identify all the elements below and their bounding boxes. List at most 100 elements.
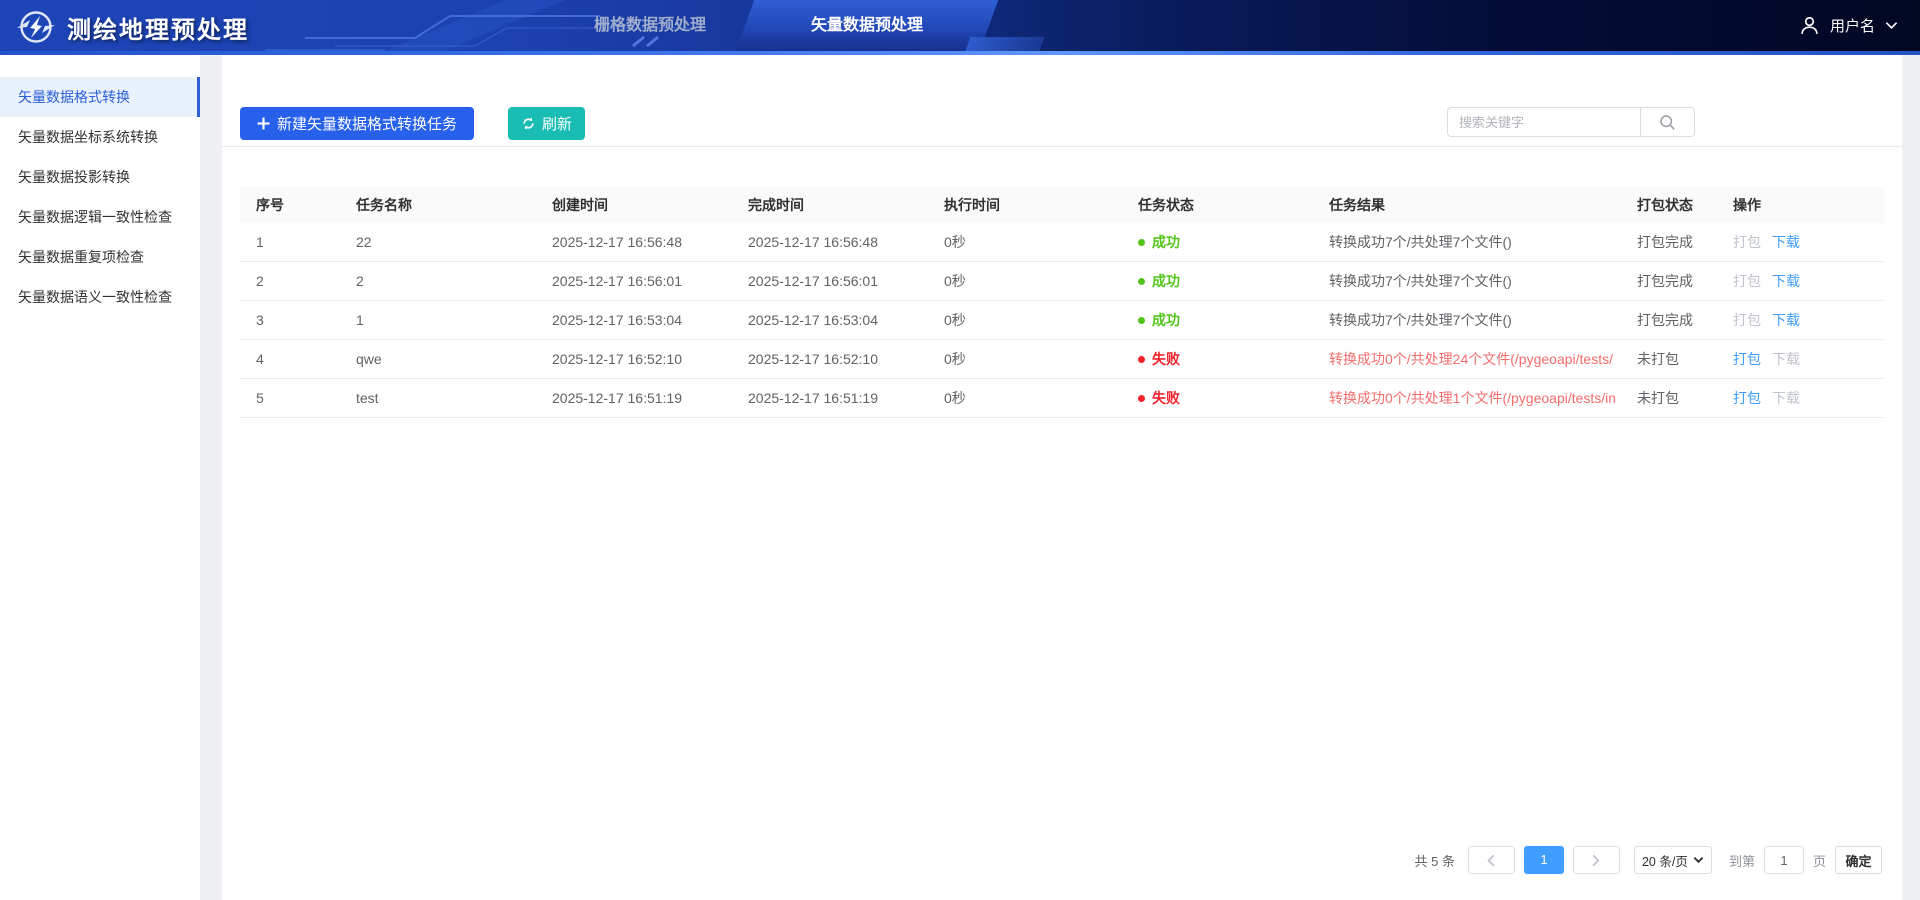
cell-status: 成功: [1122, 301, 1313, 339]
page-size-select[interactable]: 20 条/页: [1634, 846, 1712, 874]
cell-task-name: 22: [340, 223, 536, 261]
sidebar-item-logic-check[interactable]: 矢量数据逻辑一致性检查: [0, 197, 200, 237]
cell-actions: 打包下载: [1717, 223, 1884, 261]
cell-status: 失败: [1122, 340, 1313, 378]
col-result: 任务结果: [1313, 187, 1621, 223]
tab-edge-decoration: [965, 37, 1044, 51]
package-action[interactable]: 打包: [1733, 390, 1761, 406]
tab-raster-preprocess[interactable]: 栅格数据预处理: [560, 0, 740, 51]
search-input[interactable]: [1447, 107, 1640, 137]
download-action: 下载: [1772, 390, 1800, 406]
chevron-left-icon: [1486, 854, 1496, 867]
col-created: 创建时间: [536, 187, 732, 223]
sidebar-item-semantic-check[interactable]: 矢量数据语义一致性检查: [0, 277, 200, 317]
sidebar-item-duplicate-check[interactable]: 矢量数据重复项检查: [0, 237, 200, 277]
cell-duration: 0秒: [928, 223, 1122, 261]
cell-result: 转换成功7个/共处理7个文件(): [1313, 223, 1621, 261]
cell-finished: 2025-12-17 16:51:19: [732, 379, 928, 417]
download-action: 下载: [1772, 351, 1800, 367]
user-icon: [1799, 15, 1820, 36]
col-status: 任务状态: [1122, 187, 1313, 223]
refresh-icon: [521, 116, 536, 131]
cell-duration: 0秒: [928, 262, 1122, 300]
confirm-page-button[interactable]: 确定: [1835, 846, 1882, 874]
cell-package-status: 打包完成: [1621, 262, 1717, 300]
status-dot: [1138, 395, 1145, 402]
cell-package-status: 打包完成: [1621, 223, 1717, 261]
tab-vector-preprocess[interactable]: 矢量数据预处理: [745, 0, 989, 51]
cell-task-name: test: [340, 379, 536, 417]
download-action[interactable]: 下载: [1772, 234, 1800, 250]
app-root: 测绘地理预处理 栅格数据预处理 矢量数据预处理 用户名 矢量数据格式转换 矢量数…: [0, 0, 1920, 900]
cell-status: 失败: [1122, 379, 1313, 417]
goto-page-input[interactable]: [1764, 846, 1804, 874]
cell-result: 转换成功7个/共处理7个文件(): [1313, 262, 1621, 300]
sidebar-item-coordinate-convert[interactable]: 矢量数据坐标系统转换: [0, 117, 200, 157]
cell-result: 转换成功0个/共处理24个文件(/pygeoapi/tests/: [1313, 340, 1621, 378]
cell-package-status: 未打包: [1621, 379, 1717, 417]
cell-package-status: 打包完成: [1621, 301, 1717, 339]
cell-duration: 0秒: [928, 301, 1122, 339]
task-table: 序号 任务名称 创建时间 完成时间 执行时间 任务状态 任务结果 打包状态 操作…: [240, 187, 1884, 418]
cell-package-status: 未打包: [1621, 340, 1717, 378]
cell-created: 2025-12-17 16:56:01: [536, 262, 732, 300]
cell-duration: 0秒: [928, 379, 1122, 417]
cell-index: 3: [240, 301, 340, 339]
cell-task-name: qwe: [340, 340, 536, 378]
cell-created: 2025-12-17 16:56:48: [536, 223, 732, 261]
user-name: 用户名: [1830, 15, 1875, 36]
status-dot: [1138, 317, 1145, 324]
cell-result: 转换成功0个/共处理1个文件(/pygeoapi/tests/in: [1313, 379, 1621, 417]
chevron-down-icon: [1693, 856, 1704, 864]
cell-created: 2025-12-17 16:52:10: [536, 340, 732, 378]
toolbar: 新建矢量数据格式转换任务 刷新: [222, 55, 1902, 147]
top-header: 测绘地理预处理 栅格数据预处理 矢量数据预处理 用户名: [0, 0, 1920, 55]
plus-icon: [257, 117, 270, 130]
sidebar: 矢量数据格式转换 矢量数据坐标系统转换 矢量数据投影转换 矢量数据逻辑一致性检查…: [0, 55, 200, 900]
refresh-button[interactable]: 刷新: [508, 107, 585, 140]
prev-page-button[interactable]: [1468, 846, 1515, 874]
status-dot: [1138, 239, 1145, 246]
page-suffix-label: 页: [1813, 851, 1826, 870]
pagination-total: 共 5 条: [1415, 851, 1455, 870]
download-action[interactable]: 下载: [1772, 273, 1800, 289]
search-button[interactable]: [1640, 107, 1695, 137]
cell-index: 1: [240, 223, 340, 261]
table-row: 5 test 2025-12-17 16:51:19 2025-12-17 16…: [240, 379, 1884, 418]
table-row: 3 1 2025-12-17 16:53:04 2025-12-17 16:53…: [240, 301, 1884, 340]
cell-index: 5: [240, 379, 340, 417]
new-task-button[interactable]: 新建矢量数据格式转换任务: [240, 107, 474, 140]
cell-index: 4: [240, 340, 340, 378]
user-menu[interactable]: 用户名: [1799, 0, 1898, 51]
download-action[interactable]: 下载: [1772, 312, 1800, 328]
cell-result: 转换成功7个/共处理7个文件(): [1313, 301, 1621, 339]
next-page-button[interactable]: [1573, 846, 1620, 874]
table-row: 2 2 2025-12-17 16:56:01 2025-12-17 16:56…: [240, 262, 1884, 301]
sidebar-item-projection-convert[interactable]: 矢量数据投影转换: [0, 157, 200, 197]
logo-icon: [16, 7, 56, 47]
cell-finished: 2025-12-17 16:52:10: [732, 340, 928, 378]
main-content: 新建矢量数据格式转换任务 刷新: [222, 55, 1902, 900]
cell-actions: 打包下载: [1717, 340, 1884, 378]
cell-task-name: 2: [340, 262, 536, 300]
app-logo: 测绘地理预处理: [16, 6, 249, 48]
col-package-status: 打包状态: [1621, 187, 1717, 223]
cell-finished: 2025-12-17 16:53:04: [732, 301, 928, 339]
search-group: [1447, 107, 1695, 137]
cell-index: 2: [240, 262, 340, 300]
cell-actions: 打包下载: [1717, 301, 1884, 339]
page-number-button[interactable]: 1: [1524, 846, 1564, 874]
col-actions: 操作: [1717, 187, 1884, 223]
cell-actions: 打包下载: [1717, 262, 1884, 300]
col-duration: 执行时间: [928, 187, 1122, 223]
package-action[interactable]: 打包: [1733, 351, 1761, 367]
cell-created: 2025-12-17 16:51:19: [536, 379, 732, 417]
cell-finished: 2025-12-17 16:56:48: [732, 223, 928, 261]
col-finished: 完成时间: [732, 187, 928, 223]
cell-actions: 打包下载: [1717, 379, 1884, 417]
package-action: 打包: [1733, 234, 1761, 250]
cell-status: 成功: [1122, 223, 1313, 261]
status-dot: [1138, 278, 1145, 285]
cell-status: 成功: [1122, 262, 1313, 300]
sidebar-item-format-convert[interactable]: 矢量数据格式转换: [0, 77, 200, 117]
